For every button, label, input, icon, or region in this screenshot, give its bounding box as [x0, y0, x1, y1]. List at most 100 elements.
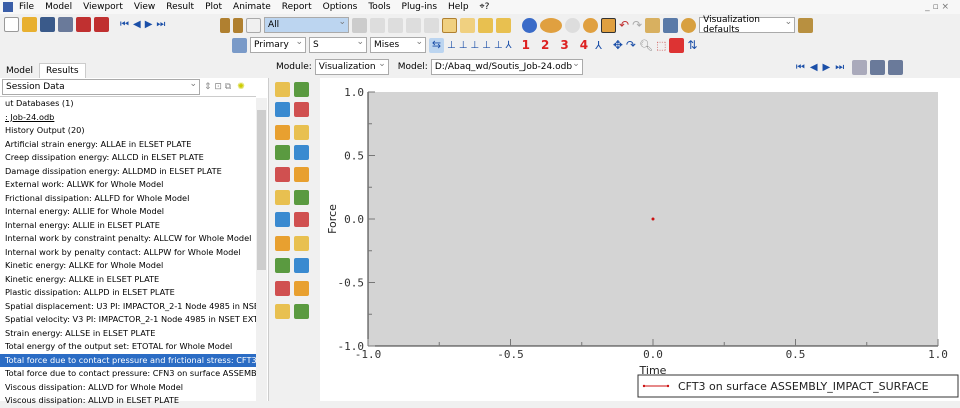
- export-icon[interactable]: [94, 17, 109, 32]
- camera-icon[interactable]: [870, 59, 886, 75]
- print-icon[interactable]: [58, 17, 73, 32]
- tree-item[interactable]: Internal energy: ALLIE for Whole Model: [0, 205, 256, 219]
- app-icon[interactable]: [3, 2, 13, 12]
- menu-result[interactable]: Result: [166, 2, 194, 12]
- view-orientation-icons[interactable]: ⊥⊥⊥⊥⊥⅄: [447, 40, 515, 51]
- new-icon[interactable]: [4, 17, 19, 32]
- shaded-icon[interactable]: [478, 17, 493, 33]
- import-icon[interactable]: [76, 17, 91, 32]
- selection-filter-dropdown[interactable]: All: [264, 17, 349, 33]
- tree-item[interactable]: Internal work by constraint penalty: ALL…: [0, 232, 256, 246]
- display-group-manager-icon[interactable]: [294, 281, 309, 296]
- tree-item[interactable]: Total force due to contact pressure and …: [0, 353, 256, 367]
- animation-frame-icons[interactable]: ⏮◀▶⏭: [796, 62, 849, 73]
- tree-item[interactable]: Total energy of the output set: ETOTAL f…: [0, 340, 256, 354]
- open-icon[interactable]: [22, 17, 37, 32]
- tab-results[interactable]: Results: [39, 63, 86, 78]
- menu-tools[interactable]: Tools: [368, 2, 390, 12]
- plot-path-icon[interactable]: [294, 258, 309, 273]
- plot-deformed-icon[interactable]: [294, 82, 309, 97]
- display-group-icon[interactable]: [645, 17, 661, 33]
- circle-select-icon[interactable]: [424, 17, 439, 33]
- animate-time-icon[interactable]: [275, 190, 290, 205]
- invariant-dropdown[interactable]: Mises: [370, 37, 426, 53]
- animation-options-icon[interactable]: [294, 212, 309, 227]
- polygon-select-icon[interactable]: [406, 17, 421, 33]
- menu-report[interactable]: Report: [282, 2, 312, 12]
- view-cut-icon[interactable]: [275, 304, 290, 319]
- palette-icon[interactable]: [681, 17, 697, 33]
- triad-icon[interactable]: ⅄: [595, 39, 602, 52]
- table-icon[interactable]: [663, 17, 679, 33]
- view-3-button[interactable]: 3: [560, 38, 568, 52]
- xy-data-manager-icon[interactable]: [294, 236, 309, 251]
- box-zoom-icon[interactable]: ⬚: [656, 39, 666, 52]
- window-controls[interactable]: _ ▫ ×: [925, 2, 949, 12]
- tree-item[interactable]: Damage dissipation energy: ALLDMD in ELS…: [0, 165, 256, 179]
- tree-tool-icons[interactable]: ⇕ ⊡ ⧉: [204, 82, 231, 92]
- tree-item[interactable]: Total force due to contact pressure: CFN…: [0, 367, 256, 381]
- render-style-dropdown[interactable]: Visualization defaults: [699, 15, 796, 35]
- view-cube-icon[interactable]: [798, 17, 814, 33]
- tree-item[interactable]: Kinetic energy: ALLKE in ELSET PLATE: [0, 273, 256, 287]
- menu-context-help[interactable]: ⌖?: [480, 2, 490, 12]
- ladder-icon[interactable]: [220, 17, 230, 33]
- zoom-icon[interactable]: 🔍︎: [639, 39, 653, 52]
- menu-animate[interactable]: Animate: [233, 2, 271, 12]
- variable-dropdown[interactable]: S: [309, 37, 367, 53]
- save-icon[interactable]: [40, 17, 55, 32]
- tree-item[interactable]: Artificial strain energy: ALLAE in ELSET…: [0, 138, 256, 152]
- field-output-icon[interactable]: [232, 37, 247, 53]
- session-data-dropdown[interactable]: Session Data: [2, 79, 200, 95]
- sync-icon[interactable]: ⇆: [429, 37, 444, 53]
- redo-icon[interactable]: ↷: [632, 18, 642, 32]
- create-path-icon[interactable]: [275, 258, 290, 273]
- pan-icon[interactable]: ✥: [613, 38, 623, 52]
- intersect-icon[interactable]: [565, 17, 580, 33]
- menu-file[interactable]: File: [19, 2, 34, 12]
- cycle-icon[interactable]: ⇅: [687, 38, 697, 52]
- menu-help[interactable]: Help: [448, 2, 469, 12]
- camera2-icon[interactable]: [888, 59, 904, 75]
- boolean-icon[interactable]: [540, 17, 562, 33]
- lightbulb-icon[interactable]: ✺: [237, 82, 245, 92]
- step-type-dropdown[interactable]: Primary: [250, 37, 306, 53]
- tree-item[interactable]: Internal energy: ALLIE in ELSET PLATE: [0, 219, 256, 233]
- menu-plugins[interactable]: Plug-ins: [402, 2, 438, 12]
- tree-scrollbar[interactable]: [256, 98, 267, 401]
- info-icon[interactable]: [522, 17, 537, 33]
- tree-item[interactable]: Strain energy: ALLSE in ELSET PLATE: [0, 327, 256, 341]
- frame-navigation-icons[interactable]: ⏮◀▶⏭: [120, 19, 169, 30]
- shaded-edges-icon[interactable]: [496, 17, 511, 33]
- animate-harmonic-icon[interactable]: [275, 212, 290, 227]
- view-1-button[interactable]: 1: [522, 38, 530, 52]
- tree-item[interactable]: ut Databases (1): [0, 97, 256, 111]
- tree-item[interactable]: History Output (20): [0, 124, 256, 138]
- create-xy-data-icon[interactable]: [275, 236, 290, 251]
- plot-ply-stack-icon[interactable]: [275, 167, 290, 182]
- hidden-icon[interactable]: [460, 17, 475, 33]
- ladder2-icon[interactable]: [233, 17, 243, 33]
- ply-options-icon[interactable]: [294, 167, 309, 182]
- query-arrow-icon[interactable]: [601, 17, 616, 33]
- sphere-icon[interactable]: [583, 17, 598, 33]
- tree-item[interactable]: Internal work by penalty contact: ALLPW …: [0, 246, 256, 260]
- plot-material-orientation-icon[interactable]: [275, 145, 290, 160]
- tree-item[interactable]: Kinetic energy: ALLKE for Whole Model: [0, 259, 256, 273]
- view-4-button[interactable]: 4: [580, 38, 588, 52]
- view-2-button[interactable]: 2: [541, 38, 549, 52]
- tree-item[interactable]: Spatial velocity: V3 PI: IMPACTOR_2-1 No…: [0, 313, 256, 327]
- tree-item[interactable]: : Job-24.odb: [0, 111, 256, 125]
- orientation-options-icon[interactable]: [294, 145, 309, 160]
- menu-view[interactable]: View: [134, 2, 155, 12]
- tree-item[interactable]: External work: ALLWK for Whole Model: [0, 178, 256, 192]
- tree-item[interactable]: Creep dissipation energy: ALLCD in ELSET…: [0, 151, 256, 165]
- tree-item[interactable]: Plastic dissipation: ALLPD in ELSET PLAT…: [0, 286, 256, 300]
- viewport-link-icon[interactable]: [852, 59, 868, 75]
- tab-model[interactable]: Model: [0, 64, 39, 78]
- tree-item[interactable]: Spatial displacement: U3 PI: IMPACTOR_2-…: [0, 300, 256, 314]
- menu-model[interactable]: Model: [45, 2, 72, 12]
- animate-scale-icon[interactable]: [294, 190, 309, 205]
- box-select-icon[interactable]: [370, 17, 385, 33]
- results-tree[interactable]: ut Databases (1): Job-24.odb History Out…: [0, 96, 256, 408]
